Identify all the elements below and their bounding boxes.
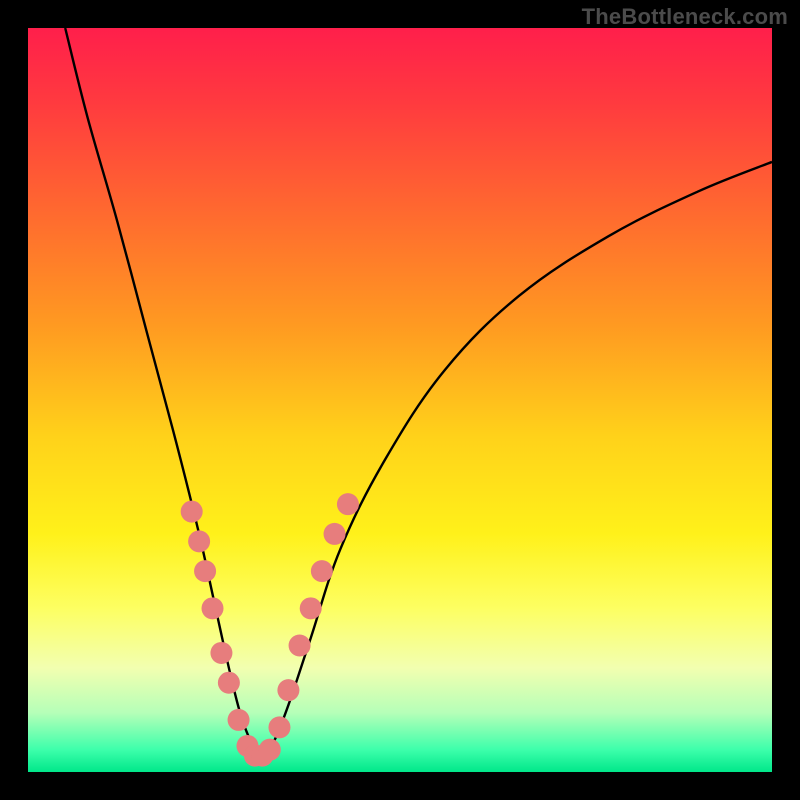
marker-point: [218, 672, 240, 694]
marker-point: [181, 501, 203, 523]
marker-point: [259, 739, 281, 761]
marker-point: [289, 635, 311, 657]
marker-point: [188, 530, 210, 552]
marker-point: [277, 679, 299, 701]
marker-point: [300, 597, 322, 619]
curve-layer: [28, 28, 772, 772]
marker-point: [228, 709, 250, 731]
marker-group: [181, 493, 359, 766]
marker-point: [324, 523, 346, 545]
marker-point: [210, 642, 232, 664]
marker-point: [194, 560, 216, 582]
marker-point: [268, 716, 290, 738]
marker-point: [202, 597, 224, 619]
bottleneck-curve: [65, 28, 772, 757]
marker-point: [311, 560, 333, 582]
marker-point: [337, 493, 359, 515]
watermark-text: TheBottleneck.com: [582, 4, 788, 30]
plot-area: [28, 28, 772, 772]
